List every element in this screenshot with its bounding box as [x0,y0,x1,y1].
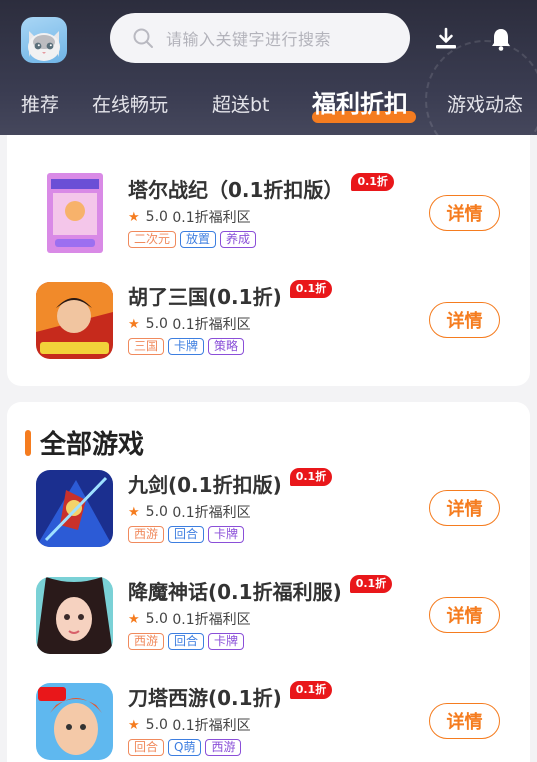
search-bar[interactable]: 请输入关键字进行搜索 [110,13,410,63]
tag: 养成 [220,231,257,248]
game-icon [36,470,113,547]
tag: 卡牌 [168,338,205,355]
game-title: 九剑(0.1折扣版) [128,473,282,497]
tag: Q萌 [168,739,202,756]
game-title: 胡了三国(0.1折) [128,285,282,309]
all-games-card: 全部游戏 九剑(0.1折扣版) 0.1折 ★ 5.0 0.1折福利区 西游 回合… [7,402,530,762]
list-item[interactable]: 胡了三国(0.1折) 0.1折 ★ 5.0 0.1折福利区 三国 卡牌 策略 详… [7,276,530,366]
star-icon: ★ [128,504,140,520]
game-icon [36,577,113,654]
game-tags: 西游 回合 卡牌 [128,633,245,650]
star-icon: ★ [128,316,140,332]
zone-label: 0.1折福利区 [172,317,251,333]
discount-badge: 0.1折 [289,280,333,298]
tab-online-play[interactable]: 在线畅玩 [92,90,168,117]
zone-label: 0.1折福利区 [172,505,251,521]
tag: 西游 [128,633,165,650]
rating-row: ★ 5.0 0.1折福利区 [128,502,251,522]
cat-avatar-icon[interactable] [21,17,67,63]
section-header: 全部游戏 [25,424,144,461]
discount-badge: 0.1折 [289,468,333,486]
game-title: 塔尔战纪（0.1折扣版） [128,178,344,202]
tag: 西游 [205,739,242,756]
search-placeholder: 请输入关键字进行搜索 [166,30,332,49]
tag: 西游 [128,526,165,543]
tag: 卡牌 [208,633,245,650]
rating-row: ★ 5.0 0.1折福利区 [128,314,251,334]
section-accent-bar [25,429,31,456]
zone-label: 0.1折福利区 [172,718,251,734]
tag: 策略 [208,338,245,355]
discount-badge: 0.1折 [289,681,333,699]
welfare-game-card: 精品 热游 新服 塔尔战纪（0.1折扣版） 0.1折 ★ 5.0 0.1折福利区… [7,56,530,386]
game-tags: 回合 Q萌 西游 [128,739,242,756]
top-header: 请输入关键字进行搜索 推荐 在线畅玩 超送bt 福利折扣 游戏动态 [0,0,537,135]
section-title: 全部游戏 [40,430,145,460]
rating-row: ★ 5.0 0.1折福利区 [128,609,251,629]
game-icon [36,683,113,760]
game-icon [36,282,113,359]
list-item[interactable]: 塔尔战纪（0.1折扣版） 0.1折 ★ 5.0 0.1折福利区 二次元 放置 养… [7,169,530,259]
list-item[interactable]: 刀塔西游(0.1折) 0.1折 ★ 5.0 0.1折福利区 回合 Q萌 西游 详… [7,677,530,762]
detail-button[interactable]: 详情 [429,302,500,338]
detail-button[interactable]: 详情 [429,195,500,231]
tab-welfare-discount[interactable]: 福利折扣 [312,84,408,119]
game-title: 刀塔西游(0.1折) [128,686,282,710]
rating-value: 5.0 [145,209,168,225]
zone-label: 0.1折福利区 [172,612,251,628]
star-icon: ★ [128,717,140,733]
star-icon: ★ [128,209,140,225]
game-icon [47,173,103,253]
tab-game-news[interactable]: 游戏动态 [447,90,523,117]
star-icon: ★ [128,611,140,627]
rating-value: 5.0 [145,504,168,520]
game-tags: 西游 回合 卡牌 [128,526,245,543]
tag: 二次元 [128,231,177,248]
game-tags: 二次元 放置 养成 [128,231,257,248]
tag: 放置 [180,231,217,248]
rating-value: 5.0 [145,611,168,627]
list-item[interactable]: 九剑(0.1折扣版) 0.1折 ★ 5.0 0.1折福利区 西游 回合 卡牌 详… [7,464,530,554]
game-title: 降魔神话(0.1折福利服) [128,580,342,604]
bell-icon[interactable] [488,26,514,52]
rating-row: ★ 5.0 0.1折福利区 [128,207,251,227]
tag: 回合 [128,739,165,756]
detail-button[interactable]: 详情 [429,703,500,739]
tab-recommend[interactable]: 推荐 [21,90,59,117]
game-tags: 三国 卡牌 策略 [128,338,245,355]
detail-button[interactable]: 详情 [429,490,500,526]
zone-label: 0.1折福利区 [172,210,251,226]
search-icon [132,27,154,49]
download-icon[interactable] [433,26,459,52]
rating-value: 5.0 [145,316,168,332]
list-item[interactable]: 降魔神话(0.1折福利服) 0.1折 ★ 5.0 0.1折福利区 西游 回合 卡… [7,571,530,661]
detail-button[interactable]: 详情 [429,597,500,633]
rating-row: ★ 5.0 0.1折福利区 [128,715,251,735]
discount-badge: 0.1折 [351,173,394,191]
rating-value: 5.0 [145,717,168,733]
tab-bt[interactable]: 超送bt [212,90,270,117]
tag: 卡牌 [208,526,245,543]
category-tabs: 推荐 在线畅玩 超送bt 福利折扣 游戏动态 [0,86,537,126]
tag: 回合 [168,526,205,543]
discount-badge: 0.1折 [349,575,393,593]
tag: 回合 [168,633,205,650]
tag: 三国 [128,338,165,355]
